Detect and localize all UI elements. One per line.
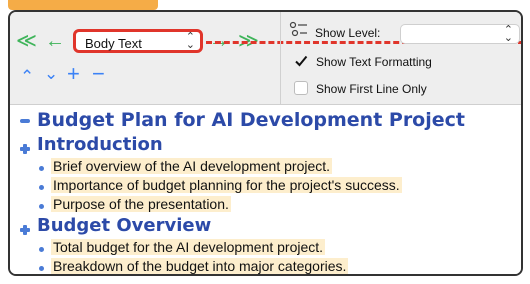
move-down-icon[interactable]: ⌄ <box>44 64 58 84</box>
toolbar-divider <box>280 12 281 104</box>
list-item[interactable]: Breakdown of the budget into major categ… <box>51 258 349 274</box>
bullet-icon <box>39 166 44 171</box>
list-item[interactable]: Purpose of the presentation. <box>51 196 231 212</box>
demote-to-body-icon[interactable]: ≪ <box>16 31 37 51</box>
collapse-topic-icon[interactable] <box>20 119 30 123</box>
callout-dotted-end <box>520 41 521 44</box>
show-first-line-only-checkbox[interactable] <box>294 81 308 95</box>
orange-tab-accent <box>8 0 158 10</box>
move-up-icon[interactable]: ⌃ <box>20 67 34 87</box>
expand-icon[interactable]: + <box>67 63 80 85</box>
checkmark-icon <box>295 55 308 67</box>
show-text-formatting-label: Show Text Formatting <box>316 55 432 69</box>
bullet-icon <box>39 185 44 190</box>
show-first-line-only-label: Show First Line Only <box>316 82 427 96</box>
outline-levels-icon <box>289 21 307 37</box>
show-level-select[interactable]: ⌃ ⌄ <box>400 24 520 44</box>
section-heading-budget-overview[interactable]: Budget Overview <box>37 215 211 236</box>
bullet-icon <box>39 247 44 252</box>
chevron-updown-icon: ⌃ ⌄ <box>503 24 513 44</box>
show-level-label: Show Level: <box>315 26 381 40</box>
outline-title[interactable]: Budget Plan for AI Development Project <box>37 109 465 131</box>
promote-icon[interactable]: ← <box>45 31 65 51</box>
collapse-icon[interactable]: − <box>92 63 105 85</box>
paragraph-style-select[interactable]: Body Text ⌃ ⌄ <box>73 29 203 53</box>
bullet-icon <box>39 266 44 271</box>
list-item[interactable]: Brief overview of the AI development pro… <box>51 158 333 174</box>
section-heading-introduction[interactable]: Introduction <box>37 134 163 155</box>
list-item[interactable]: Total budget for the AI development proj… <box>51 239 326 255</box>
bullet-icon <box>39 204 44 209</box>
paragraph-style-value: Body Text <box>85 36 142 51</box>
chevron-updown-icon: ⌃ ⌄ <box>185 31 195 51</box>
expand-topic-icon[interactable] <box>20 144 30 154</box>
expand-topic-icon[interactable] <box>20 225 30 235</box>
outline-window: ≪ ← Body Text ⌃ ⌄ → ≫ ⌃ ⌄ + − Show Level:… <box>8 10 523 276</box>
outline-document: Budget Plan for AI Development Project I… <box>10 105 521 274</box>
show-text-formatting-checkbox[interactable] <box>294 54 308 68</box>
list-item[interactable]: Importance of budget planning for the pr… <box>51 177 402 193</box>
outline-toolbar: ≪ ← Body Text ⌃ ⌄ → ≫ ⌃ ⌄ + − Show Level:… <box>10 12 521 105</box>
